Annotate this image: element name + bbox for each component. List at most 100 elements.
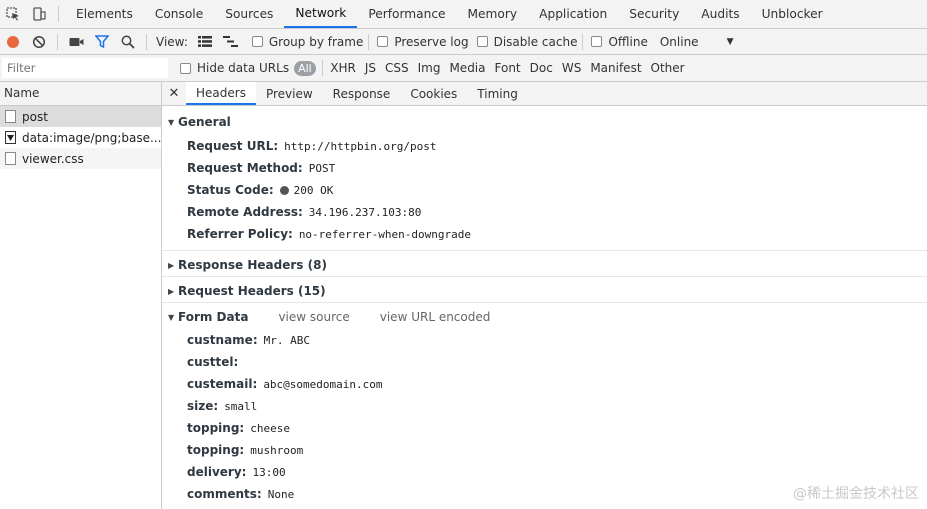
request-url-value: http://httpbin.org/post — [284, 139, 437, 153]
referrer-policy-row: Referrer Policy: no-referrer-when-downgr… — [187, 224, 471, 244]
tab-security[interactable]: Security — [618, 0, 690, 28]
view-url-encoded-link[interactable]: view URL encoded — [380, 310, 491, 324]
triangle-down-icon: ▼ — [168, 312, 175, 322]
tab-application[interactable]: Application — [528, 0, 618, 28]
preserve-log-toggle[interactable]: Preserve log — [377, 34, 469, 49]
divider — [57, 33, 58, 50]
tab-preview[interactable]: Preview — [256, 82, 323, 105]
filter-icon[interactable] — [89, 29, 115, 55]
type-filter-xhr[interactable]: XHR — [330, 61, 356, 75]
form-field-row: topping: mushroom — [187, 440, 303, 460]
tab-headers[interactable]: Headers — [186, 82, 256, 105]
group-by-frame-checkbox[interactable] — [251, 36, 263, 47]
form-field-row: size: small — [187, 396, 257, 416]
type-filter-other[interactable]: Other — [651, 61, 685, 75]
disable-cache-label: Disable cache — [493, 34, 578, 49]
group-by-frame-label: Group by frame — [268, 34, 364, 49]
stylesheet-icon — [5, 152, 16, 165]
preserve-log-label: Preserve log — [394, 34, 469, 49]
request-row[interactable]: data:image/png;base... — [0, 127, 161, 148]
general-section-header[interactable]: ▼ General — [162, 111, 927, 133]
type-filter-css[interactable]: CSS — [385, 61, 409, 75]
tab-memory[interactable]: Memory — [457, 0, 529, 28]
form-data-title: Form Data — [178, 310, 249, 324]
document-icon — [5, 110, 16, 123]
offline-toggle[interactable]: Offline — [591, 35, 648, 49]
tab-unblocker[interactable]: Unblocker — [751, 0, 834, 28]
divider — [321, 60, 323, 76]
form-field-key: topping: — [187, 443, 245, 457]
tab-elements[interactable]: Elements — [65, 0, 144, 28]
type-filter-all[interactable]: All — [294, 60, 316, 76]
form-field-value: mushroom — [250, 443, 304, 457]
tab-cookies[interactable]: Cookies — [400, 82, 467, 105]
clear-icon[interactable] — [26, 29, 52, 55]
preserve-log-checkbox[interactable] — [377, 36, 389, 47]
name-column-header[interactable]: Name — [0, 82, 161, 106]
divider — [146, 33, 147, 50]
waterfall-overview-icon[interactable] — [218, 29, 244, 55]
offline-checkbox[interactable] — [591, 36, 603, 47]
tab-response[interactable]: Response — [323, 82, 401, 105]
referrer-policy-label: Referrer Policy: — [187, 227, 293, 241]
response-headers-section-header[interactable]: ▶ Response Headers (8) — [162, 254, 927, 276]
type-filter-doc[interactable]: Doc — [530, 61, 553, 75]
tab-console[interactable]: Console — [144, 0, 214, 28]
tab-timing[interactable]: Timing — [467, 82, 528, 105]
general-title: General — [178, 115, 231, 129]
request-url-label: Request URL: — [187, 139, 279, 153]
request-method-row: Request Method: POST — [187, 158, 335, 178]
inspect-element-icon[interactable] — [0, 0, 26, 28]
triangle-right-icon: ▶ — [168, 260, 175, 270]
throttling-select[interactable]: Online ▼ — [660, 35, 734, 49]
triangle-down-icon: ▼ — [168, 117, 175, 127]
form-field-value: 13:00 — [252, 465, 286, 479]
tab-network[interactable]: Network — [284, 0, 358, 28]
divider — [162, 250, 927, 251]
type-filter-js[interactable]: JS — [365, 61, 376, 75]
close-icon[interactable]: ✕ — [162, 82, 186, 105]
form-field-row: delivery: 13:00 — [187, 462, 286, 482]
network-toolbar: View: Group by frame Preserve log Disabl… — [0, 29, 927, 55]
large-rows-icon[interactable] — [192, 29, 218, 55]
request-headers-section-header[interactable]: ▶ Request Headers (15) — [162, 280, 927, 302]
hide-data-urls-label: Hide data URLs — [197, 61, 290, 75]
hide-data-urls-toggle[interactable]: Hide data URLs — [180, 61, 289, 75]
camera-icon[interactable] — [63, 29, 89, 55]
form-field-key: size: — [187, 399, 219, 413]
request-row[interactable]: post — [0, 106, 161, 127]
request-headers-title: Request Headers (15) — [178, 284, 326, 298]
form-data-section-header[interactable]: ▼ Form Data view source view URL encoded — [162, 306, 927, 328]
type-filter-font[interactable]: Font — [495, 61, 521, 75]
request-name: post — [22, 109, 48, 124]
headers-panel: ▼ General Request URL: http://httpbin.or… — [162, 106, 927, 509]
record-icon[interactable] — [0, 29, 26, 55]
filter-input[interactable] — [2, 58, 168, 78]
type-filter-img[interactable]: Img — [418, 61, 441, 75]
disable-cache-toggle[interactable]: Disable cache — [476, 34, 578, 49]
type-filter-manifest[interactable]: Manifest — [590, 61, 641, 75]
view-label: View: — [156, 34, 188, 49]
filter-bar: Hide data URLs All XHR JS CSS Img Media … — [0, 55, 927, 82]
disable-cache-checkbox[interactable] — [476, 36, 488, 47]
request-row[interactable]: viewer.css — [0, 148, 161, 169]
form-field-key: custname: — [187, 333, 258, 347]
remote-address-row: Remote Address: 34.196.237.103:80 — [187, 202, 421, 222]
form-field-value: abc@somedomain.com — [263, 377, 383, 391]
divider — [582, 33, 584, 50]
tab-performance[interactable]: Performance — [357, 0, 456, 28]
group-by-frame-toggle[interactable]: Group by frame — [251, 34, 364, 49]
image-file-icon — [5, 131, 16, 144]
hide-data-urls-checkbox[interactable] — [180, 62, 191, 74]
type-filter-ws[interactable]: WS — [562, 61, 581, 75]
tab-audits[interactable]: Audits — [690, 0, 750, 28]
device-toolbar-icon[interactable] — [26, 0, 52, 28]
triangle-right-icon: ▶ — [168, 286, 175, 296]
tab-sources[interactable]: Sources — [214, 0, 284, 28]
request-list: Name post data:image/png;base... viewer.… — [0, 82, 162, 509]
divider — [58, 6, 59, 22]
search-icon[interactable] — [115, 29, 141, 55]
type-filter-media[interactable]: Media — [449, 61, 485, 75]
view-source-link[interactable]: view source — [278, 310, 349, 324]
form-field-key: custemail: — [187, 377, 258, 391]
